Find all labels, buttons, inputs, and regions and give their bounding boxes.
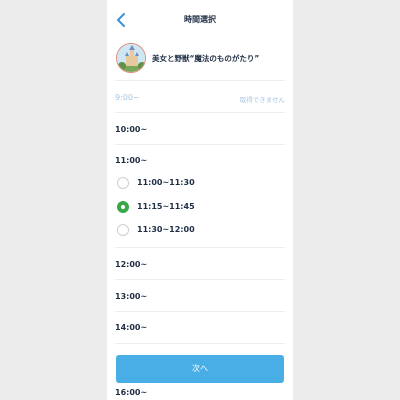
- divider: [115, 343, 285, 344]
- option-label: 11:30~12:00: [137, 225, 195, 234]
- option-label: 11:00~11:30: [137, 178, 195, 187]
- time-slot-1000[interactable]: 10:00~: [115, 125, 147, 134]
- header: 時間選択: [107, 0, 293, 40]
- app-screen: 時間選択 美女と野獣“魔法のものがたり” 9:00~ 取得できません 10:00…: [107, 0, 293, 400]
- next-button[interactable]: 次へ: [116, 355, 284, 383]
- time-slot-0900: 9:00~: [115, 93, 140, 102]
- radio-unselected-icon[interactable]: [117, 177, 129, 189]
- attraction-info: 美女と野獣“魔法のものがたり”: [107, 40, 293, 78]
- attraction-thumbnail: [116, 43, 146, 73]
- radio-selected-icon[interactable]: [117, 201, 129, 213]
- divider: [115, 80, 285, 81]
- time-option-1100-1130[interactable]: 11:00~11:30: [115, 175, 285, 191]
- divider: [115, 144, 285, 145]
- divider: [115, 112, 285, 113]
- radio-unselected-icon[interactable]: [117, 224, 129, 236]
- option-label: 11:15~11:45: [137, 202, 195, 211]
- time-option-1115-1145[interactable]: 11:15~11:45: [115, 199, 285, 215]
- time-slot-1400[interactable]: 14:00~: [115, 323, 147, 332]
- time-slot-1200[interactable]: 12:00~: [115, 260, 147, 269]
- time-slot-1100[interactable]: 11:00~: [115, 156, 147, 165]
- castle-photo: [117, 44, 145, 72]
- unavailable-label: 取得できません: [239, 96, 285, 104]
- divider: [115, 311, 285, 312]
- time-slot-1600[interactable]: 16:00~: [115, 388, 147, 397]
- divider: [115, 247, 285, 248]
- divider: [115, 279, 285, 280]
- time-option-1130-1200[interactable]: 11:30~12:00: [115, 222, 285, 238]
- attraction-name: 美女と野獣“魔法のものがたり”: [152, 54, 260, 63]
- time-slot-1300[interactable]: 13:00~: [115, 292, 147, 301]
- page-title: 時間選択: [184, 15, 216, 24]
